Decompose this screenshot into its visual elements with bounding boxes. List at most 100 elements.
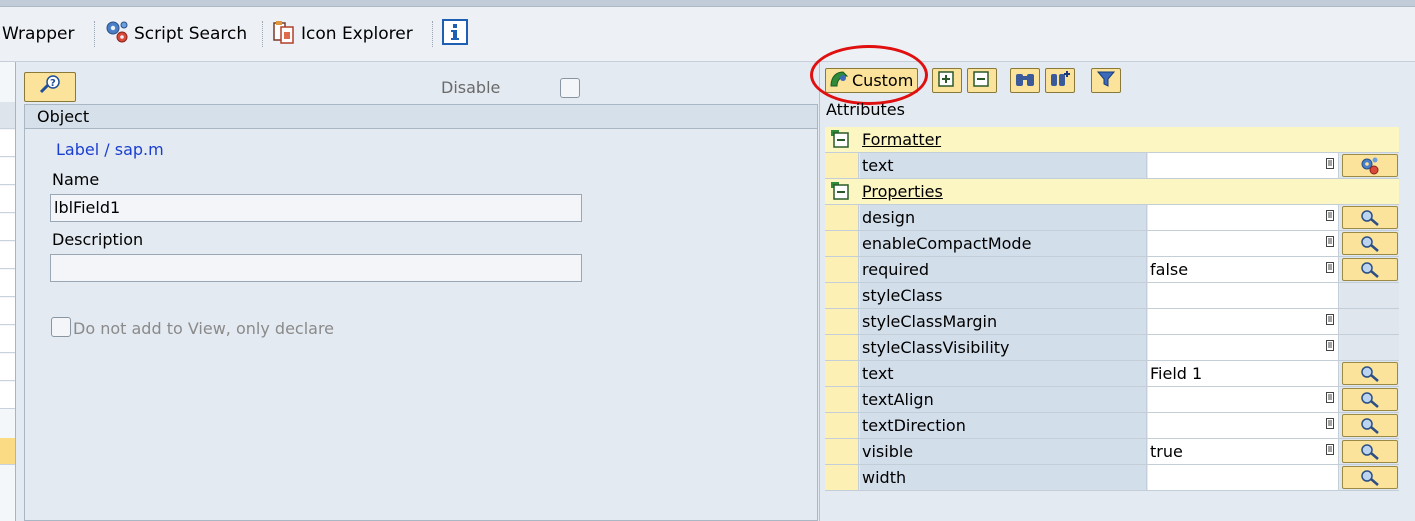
attribute-row: required false: [825, 257, 1399, 283]
attribute-value[interactable]: [1148, 465, 1339, 490]
value-help-button[interactable]: [1342, 206, 1398, 229]
value-help-button[interactable]: [1342, 258, 1398, 281]
value-help-button[interactable]: [1342, 414, 1398, 437]
tree-cell[interactable]: [0, 242, 15, 269]
value-help-button[interactable]: [1342, 440, 1398, 463]
description-field[interactable]: [50, 254, 582, 282]
attribute-name: required: [860, 257, 1147, 282]
attribute-value[interactable]: [1148, 387, 1339, 412]
tree-cell[interactable]: [0, 326, 15, 353]
attribute-name: styleClass: [860, 283, 1147, 308]
attribute-row: text: [825, 153, 1399, 179]
help-button[interactable]: ?: [24, 72, 76, 102]
document-icon[interactable]: [1326, 418, 1334, 429]
value-help-icon: [1361, 391, 1379, 408]
document-icon[interactable]: [1326, 158, 1334, 169]
attribute-value[interactable]: [1148, 283, 1339, 308]
tree-cell[interactable]: [0, 354, 15, 381]
tree-cell[interactable]: [0, 298, 15, 325]
collapse-node-icon[interactable]: [831, 130, 851, 153]
tree-cell[interactable]: [0, 158, 15, 185]
attribute-value[interactable]: [1148, 153, 1339, 178]
document-icon[interactable]: [1326, 444, 1334, 455]
disable-checkbox[interactable]: [560, 78, 580, 98]
tree-cell-selected[interactable]: [0, 438, 15, 465]
expand-all-button[interactable]: [932, 68, 962, 93]
group-formatter-label[interactable]: Formatter: [862, 127, 941, 152]
attribute-value[interactable]: true: [1148, 439, 1339, 464]
tree-cell[interactable]: [0, 270, 15, 297]
tree-cell[interactable]: [0, 214, 15, 241]
script-search-label: Script Search: [134, 24, 248, 44]
attribute-value[interactable]: [1148, 335, 1339, 360]
value-help-button[interactable]: [1342, 466, 1398, 489]
attributes-panel: Custom Attributes Formatter text Propert…: [810, 45, 1415, 521]
group-properties-label[interactable]: Properties: [862, 179, 943, 204]
application-toolbar: Wrapper Script Search Icon Explorer: [0, 7, 1415, 62]
collapse-icon: [972, 70, 992, 92]
collapse-node-icon[interactable]: [831, 182, 851, 205]
binoculars-plus-icon: [1049, 70, 1071, 92]
tree-cell[interactable]: [0, 130, 15, 157]
attribute-value[interactable]: [1148, 231, 1339, 256]
attribute-name: text: [860, 153, 1147, 178]
document-icon[interactable]: [1326, 314, 1334, 325]
attribute-value[interactable]: Field 1: [1148, 361, 1339, 386]
script-search-button[interactable]: Script Search: [104, 19, 247, 49]
action-cell: [1340, 335, 1399, 360]
declare-only-checkbox[interactable]: [51, 317, 71, 337]
name-field[interactable]: lblField1: [50, 194, 582, 222]
attribute-row: text Field 1: [825, 361, 1399, 387]
attributes-grid: Formatter text Properties design enableC…: [825, 127, 1399, 491]
attribute-value[interactable]: [1148, 413, 1339, 438]
info-button[interactable]: [442, 18, 468, 49]
tree-cell[interactable]: [0, 382, 15, 409]
tree-cell[interactable]: [0, 186, 15, 213]
attribute-row: textDirection: [825, 413, 1399, 439]
attribute-value[interactable]: [1148, 205, 1339, 230]
document-icon[interactable]: [1326, 262, 1334, 273]
tree-cell[interactable]: [0, 102, 15, 129]
wrapper-button[interactable]: Wrapper: [2, 19, 74, 49]
value-help-icon: [1361, 365, 1379, 382]
filter-button[interactable]: [1091, 68, 1121, 93]
row-marker: [825, 153, 859, 178]
attribute-value[interactable]: false: [1148, 257, 1339, 282]
object-panel: ? Disable Object Label / sap.m Name lblF…: [16, 62, 819, 521]
name-label: Name: [52, 170, 100, 189]
object-type-link[interactable]: Label / sap.m: [56, 140, 164, 159]
row-marker: [825, 257, 859, 282]
window-top-strip: [0, 0, 1415, 7]
value-help-button[interactable]: [1342, 388, 1398, 411]
group-row-properties[interactable]: Properties: [825, 179, 1399, 205]
find-next-button[interactable]: [1045, 68, 1075, 93]
value-help-button[interactable]: [1342, 362, 1398, 385]
document-icon[interactable]: [1326, 340, 1334, 351]
attribute-value-text: true: [1150, 442, 1183, 461]
binoculars-icon: [1014, 70, 1036, 92]
row-marker: [825, 309, 859, 334]
toolbar-separator: [432, 21, 433, 47]
icon-explorer-button[interactable]: Icon Explorer: [271, 19, 413, 49]
value-help-button[interactable]: [1342, 232, 1398, 255]
attribute-name: textAlign: [860, 387, 1147, 412]
find-button[interactable]: [1010, 68, 1040, 93]
document-icon[interactable]: [1326, 210, 1334, 221]
action-cell: [1340, 361, 1399, 386]
attribute-name: textDirection: [860, 413, 1147, 438]
toolbar-separator: [262, 21, 263, 47]
script-button[interactable]: [1342, 154, 1398, 177]
attribute-value[interactable]: [1148, 309, 1339, 334]
attribute-row: visible true: [825, 439, 1399, 465]
row-marker: [825, 387, 859, 412]
row-marker: [825, 205, 859, 230]
document-icon[interactable]: [1326, 392, 1334, 403]
attribute-value-text: false: [1150, 260, 1189, 279]
document-icon[interactable]: [1326, 236, 1334, 247]
row-marker: [825, 361, 859, 386]
group-row-formatter[interactable]: Formatter: [825, 127, 1399, 153]
attribute-row: design: [825, 205, 1399, 231]
collapse-all-button[interactable]: [967, 68, 997, 93]
attribute-name: width: [860, 465, 1147, 490]
wrapper-button-label: Wrapper: [2, 24, 75, 44]
